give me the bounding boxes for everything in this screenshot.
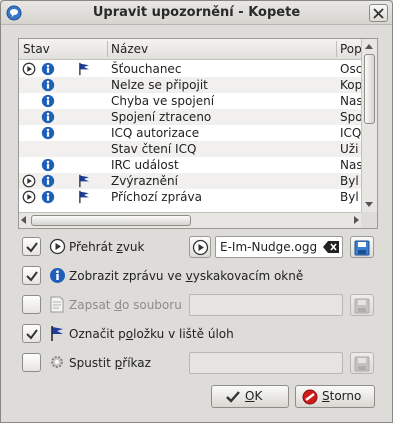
row-name: Zvýraznění: [111, 174, 178, 188]
row-name: Šťouchanec: [111, 62, 182, 76]
scroll-right-icon[interactable]: [354, 216, 359, 224]
run-command-field[interactable]: [189, 352, 343, 374]
run-command-checkbox[interactable]: [22, 353, 41, 372]
log-file-field[interactable]: [189, 294, 343, 316]
row-name: Stav čtení ICQ: [111, 142, 197, 156]
clear-icon[interactable]: [323, 241, 339, 253]
table-row[interactable]: Spojení ztraceno Spo: [19, 109, 363, 125]
table-row[interactable]: Příchozí zpráva Byl: [19, 189, 362, 205]
vertical-scrollbar[interactable]: [361, 39, 377, 212]
flag-icon: [77, 190, 91, 207]
row-popup: Osc: [340, 62, 363, 76]
header-separator: [107, 41, 108, 57]
header-popup[interactable]: Pop: [340, 42, 362, 56]
save-icon: [354, 356, 370, 372]
checkmark-icon: [226, 391, 240, 403]
row-name: IRC událost: [111, 158, 179, 172]
table-row[interactable]: Šťouchanec Osc: [19, 61, 362, 77]
header-name[interactable]: Název: [111, 42, 148, 56]
checkmark-icon: [26, 242, 38, 253]
scroll-corner: [361, 212, 377, 228]
info-icon: [41, 190, 55, 207]
mark-taskbar-label: Označit položku v liště úloh: [69, 327, 234, 341]
table-row[interactable]: Stav čtení ICQ Uži: [19, 141, 362, 157]
preview-sound-button[interactable]: [189, 236, 211, 258]
log-file-browse-button[interactable]: [350, 294, 374, 316]
scroll-left-icon[interactable]: [21, 216, 26, 224]
table-row[interactable]: Zvýraznění Byl: [19, 173, 362, 189]
flag-icon: [51, 326, 63, 341]
row-popup: Nas: [340, 94, 363, 108]
table-row[interactable]: Chyba ve spojení Nas: [19, 93, 363, 109]
log-file-checkbox[interactable]: [22, 295, 41, 314]
row-popup: ICQ: [340, 126, 362, 140]
sound-file-field[interactable]: E-Im-Nudge.ogg: [215, 236, 343, 258]
table-row[interactable]: IRC událost Nas: [19, 157, 363, 173]
info-icon: [50, 268, 65, 283]
play-icon: [49, 238, 66, 255]
save-sound-button[interactable]: [350, 236, 374, 258]
horizontal-scroll-thumb[interactable]: [31, 215, 191, 226]
checkmark-icon: [26, 329, 38, 340]
checkmark-icon: [26, 271, 38, 282]
row-name: Nelze se připojit: [111, 78, 208, 92]
show-popup-label: Zobrazit zprávu ve vyskakovacím okně: [69, 269, 304, 283]
ok-button[interactable]: OK: [211, 385, 289, 408]
table-row[interactable]: ICQ autorizace ICQ: [19, 125, 362, 141]
show-popup-checkbox[interactable]: [22, 266, 41, 285]
window-title: Upravit upozornění - Kopete: [92, 5, 301, 20]
row-name: Chyba ve spojení: [111, 94, 215, 108]
scroll-down-icon[interactable]: [365, 202, 373, 207]
row-popup: Nas: [340, 158, 363, 172]
mark-taskbar-checkbox[interactable]: [22, 324, 41, 343]
row-name: ICQ autorizace: [111, 126, 200, 140]
horizontal-scrollbar[interactable]: [19, 212, 362, 228]
table-header: Stav Název Pop: [19, 39, 362, 60]
row-popup: Uži: [340, 142, 359, 156]
header-separator: [336, 41, 337, 57]
row-popup: Byl: [340, 174, 359, 188]
table-row[interactable]: Nelze se připojit Kop: [19, 77, 362, 93]
play-icon: [22, 190, 36, 207]
close-icon: [373, 8, 384, 19]
document-icon: [50, 296, 64, 313]
cancel-button-label: Storno: [322, 389, 362, 403]
run-command-browse-button[interactable]: [350, 352, 374, 374]
cancel-button[interactable]: Storno: [295, 385, 375, 408]
row-name: Příchozí zpráva: [111, 190, 202, 204]
play-sound-label: Přehrát zvuk: [69, 240, 145, 254]
play-icon: [192, 239, 209, 256]
close-button[interactable]: [369, 4, 388, 22]
log-file-label: Zapsat do souboru: [69, 298, 182, 312]
row-popup: Kop: [340, 78, 363, 92]
dialog-window: Upravit upozornění - Kopete Stav Název P…: [0, 0, 393, 423]
gear-icon: [51, 356, 63, 368]
save-icon: [354, 298, 370, 314]
notification-list[interactable]: Stav Název Pop Šťouchanec Osc Nelze se při…: [18, 38, 378, 229]
ok-button-label: OK: [245, 389, 263, 403]
scroll-up-icon[interactable]: [365, 44, 373, 49]
row-popup: Spo: [340, 110, 363, 124]
run-command-label: Spustit příkaz: [69, 356, 151, 370]
header-status[interactable]: Stav: [23, 42, 50, 56]
save-icon: [354, 240, 370, 256]
cancel-icon: [302, 389, 318, 405]
sound-file-value: E-Im-Nudge.ogg: [220, 240, 318, 254]
row-name: Spojení ztraceno: [111, 110, 212, 124]
play-sound-checkbox[interactable]: [22, 237, 41, 256]
vertical-scroll-thumb[interactable]: [364, 54, 375, 124]
row-popup: Byl: [340, 190, 359, 204]
title-bar[interactable]: Upravit upozornění - Kopete: [1, 1, 392, 25]
